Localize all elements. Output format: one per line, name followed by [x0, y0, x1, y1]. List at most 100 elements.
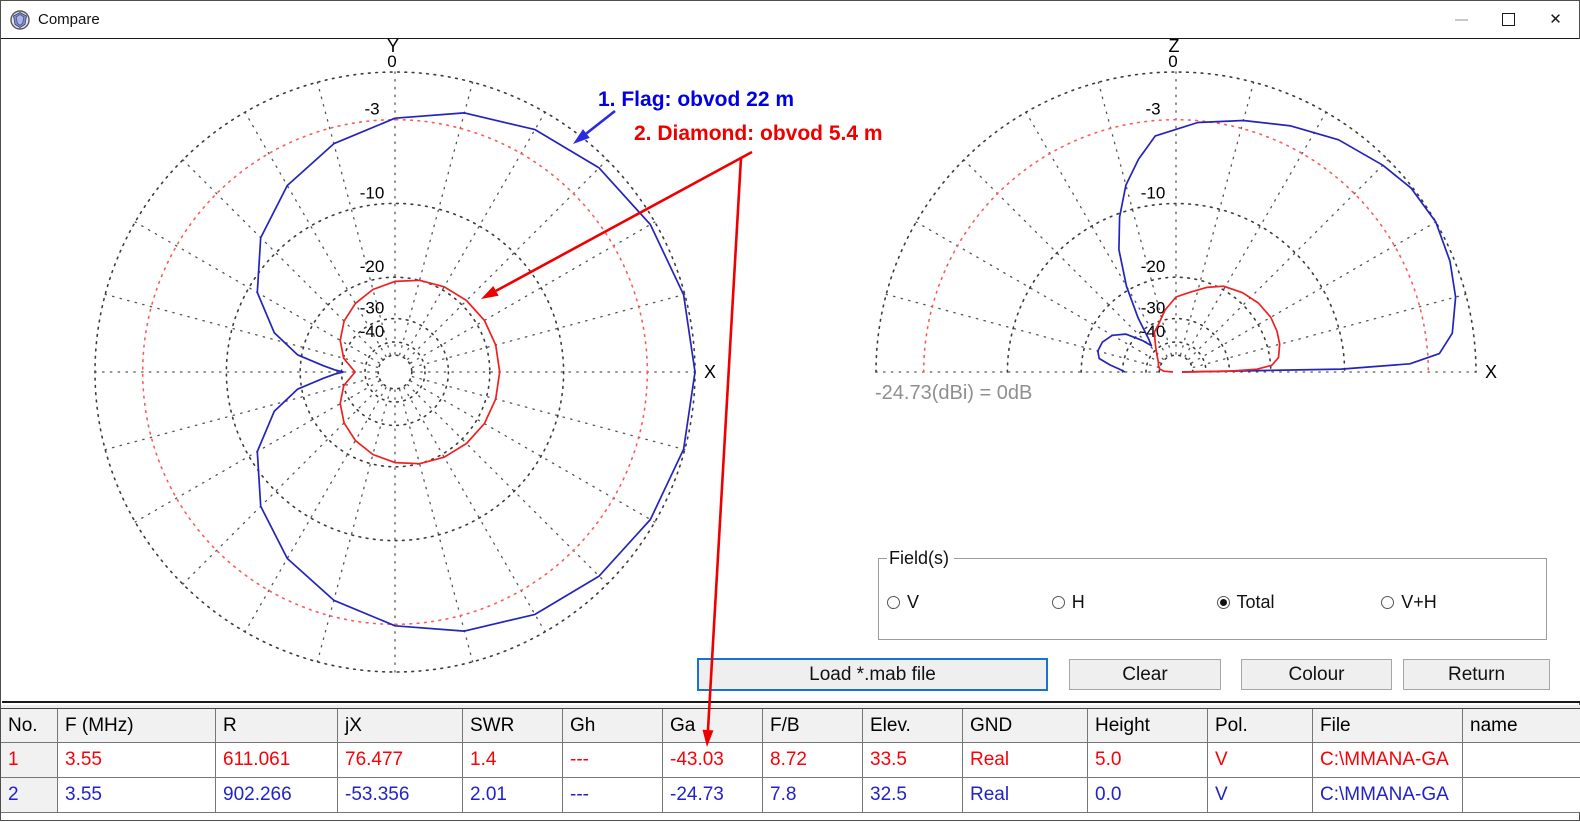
- table-header-cell: Gh: [563, 709, 663, 743]
- close-button[interactable]: ✕: [1532, 2, 1579, 38]
- spoke-line: [408, 385, 607, 584]
- spoke-line: [183, 160, 382, 359]
- radio-circle-icon[interactable]: [1052, 596, 1065, 609]
- radio-option-total[interactable]: Total: [1217, 592, 1382, 613]
- load-mab-file-button[interactable]: Load *.mab file: [697, 658, 1048, 691]
- axis-top-label: Y: [387, 39, 399, 56]
- maximize-button[interactable]: [1485, 2, 1532, 38]
- fields-groupbox: Field(s) VHTotalV+H: [878, 558, 1547, 640]
- radio-circle-icon[interactable]: [1217, 596, 1230, 609]
- table-row[interactable]: 23.55902.266-53.3562.01----24.737.832.5R…: [1, 778, 1580, 813]
- table-row[interactable]: 13.55611.06176.4771.4----43.038.7233.5Re…: [1, 743, 1580, 778]
- table-cell: 3.55: [58, 778, 216, 813]
- spoke-line: [1193, 294, 1465, 367]
- table-cell: [1463, 778, 1580, 813]
- azimuth-pattern: 0-3-10-20-30-40YX: [95, 39, 716, 672]
- db-ring-label: -30: [360, 299, 385, 318]
- spoke-line: [400, 82, 473, 354]
- table-header-cell: No.: [1, 709, 58, 743]
- axis-right-label: X: [1485, 362, 1497, 382]
- table-cell: V: [1208, 778, 1313, 813]
- spoke-line: [183, 385, 382, 584]
- table-header-cell: Pol.: [1208, 709, 1313, 743]
- db-ring: [378, 355, 412, 389]
- table-cell: -24.73: [663, 778, 763, 813]
- table-cell: 1: [1, 743, 58, 778]
- table-cell: 2.01: [463, 778, 563, 813]
- fields-legend: Field(s): [887, 548, 954, 569]
- db-ring-label: -40: [360, 322, 385, 341]
- spoke-line: [412, 377, 684, 450]
- maximize-icon: [1502, 13, 1515, 26]
- table-cell: 611.061: [216, 743, 338, 778]
- radio-circle-icon[interactable]: [1381, 596, 1394, 609]
- radio-label: H: [1072, 592, 1085, 613]
- radio-label: Total: [1237, 592, 1275, 613]
- db-ring-label: -3: [364, 100, 379, 119]
- reference-level-label: -24.73(dBi) = 0dB: [875, 382, 1032, 404]
- db-ring: [1159, 355, 1193, 372]
- mmana-logo-icon: [10, 10, 30, 30]
- table-cell: -53.356: [338, 778, 463, 813]
- spoke-line: [408, 160, 607, 359]
- table-header-cell: SWR: [463, 709, 563, 743]
- minimize-icon: [1455, 19, 1468, 21]
- table-cell: C:\MMANA-GA: [1313, 778, 1463, 813]
- table-cell: ---: [563, 743, 663, 778]
- table-header-row: No.F (MHz)RjXSWRGhGaF/BElev.GNDHeightPol…: [1, 709, 1580, 743]
- table-header-cell: name: [1463, 709, 1580, 743]
- table-cell: [1463, 743, 1580, 778]
- compare-window: Compare ✕ 0-3-10-20-30-40YX0-3-10-20-30-…: [0, 0, 1580, 821]
- return-button[interactable]: Return: [1403, 659, 1550, 690]
- title-bar: Compare ✕: [1, 1, 1579, 39]
- clear-button[interactable]: Clear: [1069, 659, 1221, 690]
- table-header-cell: F/B: [763, 709, 863, 743]
- axis-top-label: Z: [1169, 39, 1180, 56]
- table-cell: 7.8: [763, 778, 863, 813]
- spoke-line: [105, 377, 377, 450]
- table-cell: 76.477: [338, 743, 463, 778]
- window-title: Compare: [38, 11, 100, 28]
- table-cell: 1.4: [463, 743, 563, 778]
- db-ring: [95, 72, 695, 672]
- spoke-line: [411, 381, 655, 522]
- db-ring-label: -20: [1141, 257, 1166, 276]
- table-header-cell: Elev.: [863, 709, 963, 743]
- table-header-cell: F (MHz): [58, 709, 216, 743]
- spoke-line: [1189, 160, 1388, 359]
- table-cell: 2: [1, 778, 58, 813]
- table-cell: 5.0: [1088, 743, 1208, 778]
- radio-option-vplush[interactable]: V+H: [1381, 592, 1546, 613]
- table-cell: 3.55: [58, 743, 216, 778]
- db-ring-label: -3: [1145, 100, 1160, 119]
- table-cell: 33.5: [863, 743, 963, 778]
- spoke-line: [916, 222, 1160, 363]
- spoke-line: [404, 388, 545, 632]
- radio-circle-icon[interactable]: [887, 596, 900, 609]
- table-cell: 32.5: [863, 778, 963, 813]
- spoke-line: [411, 222, 655, 363]
- table-header-cell: R: [216, 709, 338, 743]
- table-cell: Real: [963, 778, 1088, 813]
- spoke-line: [412, 294, 684, 367]
- db-ring: [342, 319, 449, 426]
- db-ring-label: -10: [1141, 183, 1166, 202]
- radio-option-h[interactable]: H: [1052, 592, 1217, 613]
- minimize-button[interactable]: [1438, 2, 1485, 38]
- table-header-cell: File: [1313, 709, 1463, 743]
- table-header-cell: Ga: [663, 709, 763, 743]
- radio-option-v[interactable]: V: [887, 592, 1052, 613]
- table-cell: V: [1208, 743, 1313, 778]
- table-header-cell: jX: [338, 709, 463, 743]
- elevation-pattern: 0-3-10-20-30-40ZX-24.73(dBi) = 0dB: [875, 39, 1497, 404]
- close-icon: ✕: [1549, 12, 1562, 27]
- spoke-line: [964, 160, 1163, 359]
- table-cell: -43.03: [663, 743, 763, 778]
- table-cell: ---: [563, 778, 663, 813]
- axis-right-label: X: [704, 362, 716, 382]
- colour-button[interactable]: Colour: [1241, 659, 1392, 690]
- db-ring-label: -20: [360, 257, 385, 276]
- window-controls: ✕: [1438, 2, 1579, 38]
- table-header-cell: GND: [963, 709, 1088, 743]
- table-cell: 0.0: [1088, 778, 1208, 813]
